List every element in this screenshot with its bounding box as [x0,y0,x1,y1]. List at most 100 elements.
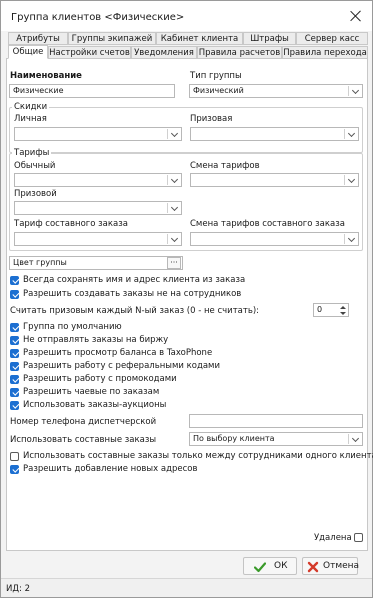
checkbox-box[interactable] [10,276,19,285]
status-id: ИД: 2 [6,584,30,594]
checkbox-box[interactable] [10,349,19,358]
chevron-down-icon[interactable] [346,174,358,186]
checkbox-box[interactable] [10,452,19,461]
checkbox-box[interactable] [10,362,19,371]
tab-attributes[interactable]: Атрибуты [8,32,68,45]
tab-crew-groups[interactable]: Группы экипажей [68,32,156,45]
composite-orders-select[interactable]: По выбору клиента [189,432,363,446]
checkbox-label: Использовать составные заказы только меж… [23,451,373,461]
regular-tariff-label: Обычный [14,161,56,171]
deleted-label: Удалена [314,533,352,543]
tab-cash-server[interactable]: Сервер касс [296,32,368,45]
chevron-down-icon[interactable] [346,128,358,140]
checkbox-box[interactable] [10,290,19,299]
tips-checkbox[interactable]: Разрешить чаевые по заказам [10,387,310,398]
prize-order-value: 0 [317,305,323,314]
allow-new-addresses-checkbox[interactable]: Разрешить добавление новых адресов [10,464,310,475]
group-color-field[interactable]: Цвет группы [9,256,183,270]
cancel-button-label: Отмена [323,561,360,571]
personal-discount-label: Личная [14,114,47,124]
checkbox-label: Разрешить создавать заказы не на сотрудн… [23,289,242,299]
dispatcher-phone-input[interactable] [189,414,363,428]
chevron-down-icon[interactable] [169,233,181,245]
combo-separator [167,175,168,185]
checkbox-label: Использовать заказы-аукционы [23,400,167,410]
cancel-button[interactable]: Отмена [302,557,360,575]
composite-tariff-label: Тариф составного заказа [14,219,128,229]
tab-general[interactable]: Общие [8,45,48,59]
referral-codes-checkbox[interactable]: Разрешить работу с реферальными кодами [10,361,310,372]
checkbox-label: Разрешить просмотр баланса в TaxoPhone [23,348,213,358]
checkbox-box[interactable] [354,533,363,542]
checkbox-label: Не отправлять заказы на биржу [23,335,169,345]
checkbox-box[interactable] [10,336,19,345]
tariffs-group-title: Тарифы [12,148,52,158]
regular-tariff-select[interactable] [14,173,182,187]
prize-order-spinner[interactable]: 0 [313,303,349,317]
default-group-checkbox[interactable]: Группа по умолчанию [10,322,310,333]
checkbox-label: Разрешить чаевые по заказам [23,387,160,397]
combo-separator [344,234,345,244]
checkbox-box[interactable] [10,465,19,474]
promo-codes-checkbox[interactable]: Разрешить работу с промокодами [10,374,310,385]
name-label: Наименование [10,71,82,81]
name-input[interactable]: Физические [9,84,175,98]
checkbox-label: Разрешить работу с промокодами [23,374,177,384]
chevron-down-icon[interactable] [350,433,362,445]
combo-separator [348,86,349,96]
checkmark-icon [254,562,266,573]
ok-button-label: ОК [274,561,288,571]
tariff-change-label: Смена тарифов [190,161,260,171]
prize-tariff-label: Призовой [14,189,57,199]
discounts-group-title: Скидки [12,102,50,112]
prize-tariff-select[interactable] [14,201,182,215]
group-type-label: Тип группы [190,71,242,81]
chevron-down-icon[interactable] [169,202,181,214]
color-picker-button[interactable]: ··· [167,257,181,269]
composite-orders-value: По выбору клиента [193,434,275,443]
checkbox-label: Разрешить работу с реферальными кодами [23,361,220,371]
spin-down-icon[interactable] [340,312,346,315]
spin-up-icon[interactable] [340,306,346,309]
dispatcher-phone-label: Номер телефона диспетчерской [10,417,157,427]
combo-separator [348,434,349,444]
tab-fines[interactable]: Штрафы [243,32,296,45]
allow-non-employee-orders-checkbox[interactable]: Разрешить создавать заказы не на сотрудн… [10,289,310,300]
auction-orders-checkbox[interactable]: Использовать заказы-аукционы [10,400,310,411]
taxophone-balance-checkbox[interactable]: Разрешить просмотр баланса в TaxoPhone [10,348,310,359]
chevron-down-icon[interactable] [350,85,362,97]
chevron-down-icon[interactable] [169,174,181,186]
group-type-value: Физический [193,86,244,95]
composite-same-client-checkbox[interactable]: Использовать составные заказы только меж… [10,451,373,462]
status-bar: ИД: 2 [1,578,372,597]
prize-order-label: Считать призовым каждый N-ый заказ (0 - … [10,306,260,316]
checkbox-box[interactable] [10,323,19,332]
checkbox-label: Группа по умолчанию [23,322,122,332]
chevron-down-icon[interactable] [169,128,181,140]
group-type-select[interactable]: Физический [189,84,363,98]
window-title: Группа клиентов <Физические> [11,12,185,23]
personal-discount-select[interactable] [14,127,182,141]
composite-tariff-select[interactable] [14,232,182,246]
combo-separator [344,175,345,185]
tab-client-cabinet[interactable]: Кабинет клиента [156,32,243,45]
chevron-down-icon[interactable] [346,233,358,245]
title-bar: Группа клиентов <Физические> [1,1,372,31]
checkbox-box[interactable] [10,375,19,384]
checkbox-label: Разрешить добавление новых адресов [23,464,198,474]
ok-button[interactable]: ОК [243,557,297,575]
deleted-checkbox[interactable] [354,532,365,543]
close-icon[interactable] [347,7,365,25]
composite-tariff-change-select[interactable] [190,232,359,246]
no-exchange-checkbox[interactable]: Не отправлять заказы на биржу [10,335,310,346]
checkbox-box[interactable] [10,401,19,410]
combo-separator [344,129,345,139]
checkbox-label: Всегда сохранять имя и адрес клиента из … [23,275,246,285]
prize-discount-select[interactable] [190,127,359,141]
tariff-change-select[interactable] [190,173,359,187]
cancel-x-icon [307,561,319,573]
group-color-label: Цвет группы [13,258,67,267]
checkbox-box[interactable] [10,388,19,397]
combo-separator [167,203,168,213]
always-save-client-checkbox[interactable]: Всегда сохранять имя и адрес клиента из … [10,275,310,286]
